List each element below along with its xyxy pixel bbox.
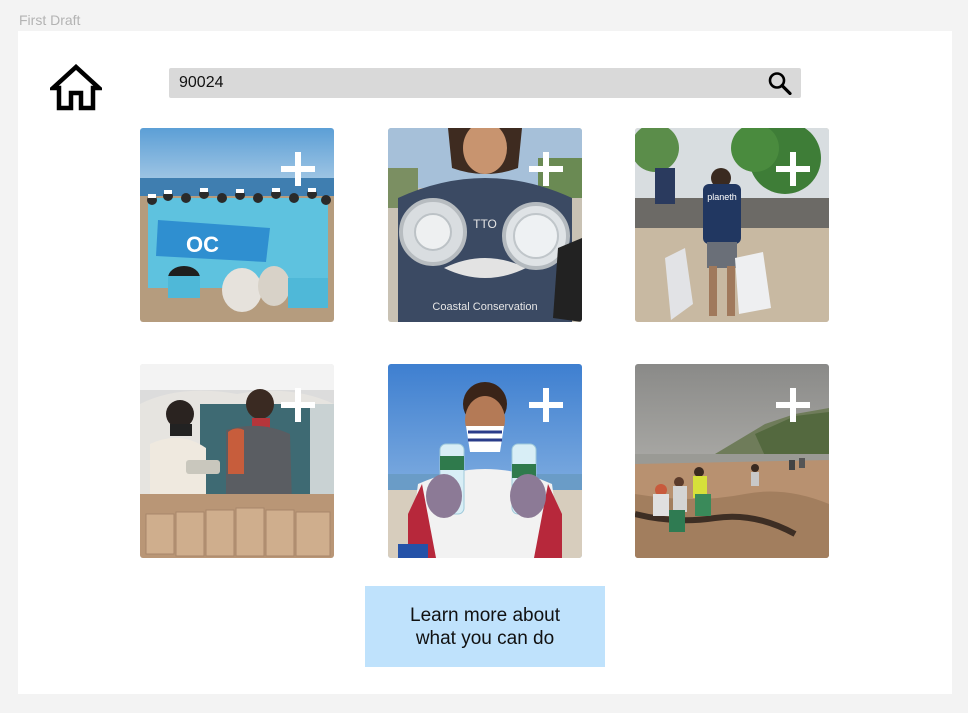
gallery-card[interactable] xyxy=(140,364,334,558)
home-icon[interactable] xyxy=(47,63,105,112)
page-frame: OC TTO Coastal Conservation xyxy=(18,31,952,694)
search-icon[interactable] xyxy=(767,71,793,96)
learn-more-line1: Learn more about xyxy=(410,604,560,626)
plus-icon[interactable] xyxy=(776,388,810,422)
plus-icon[interactable] xyxy=(281,388,315,422)
plus-icon[interactable] xyxy=(529,152,563,186)
learn-more-button[interactable]: Learn more about what you can do xyxy=(365,586,605,667)
gallery-card[interactable]: OC xyxy=(140,128,334,322)
gallery-card[interactable]: planeth xyxy=(635,128,829,322)
search-bar xyxy=(169,68,801,98)
frame-label: First Draft xyxy=(19,12,81,28)
search-input[interactable] xyxy=(169,68,749,98)
banner-text: OC xyxy=(186,232,219,257)
shirt-text: Coastal Conservation xyxy=(432,301,537,313)
shirt-text: planeth xyxy=(707,192,737,202)
learn-more-line2: what you can do xyxy=(415,627,555,649)
gallery-card[interactable]: TTO Coastal Conservation xyxy=(388,128,582,322)
plus-icon[interactable] xyxy=(529,388,563,422)
gallery-card[interactable] xyxy=(635,364,829,558)
shirt-text-top: TTO xyxy=(473,217,497,231)
plus-icon[interactable] xyxy=(281,152,315,186)
plus-icon[interactable] xyxy=(776,152,810,186)
gallery-card[interactable] xyxy=(388,364,582,558)
